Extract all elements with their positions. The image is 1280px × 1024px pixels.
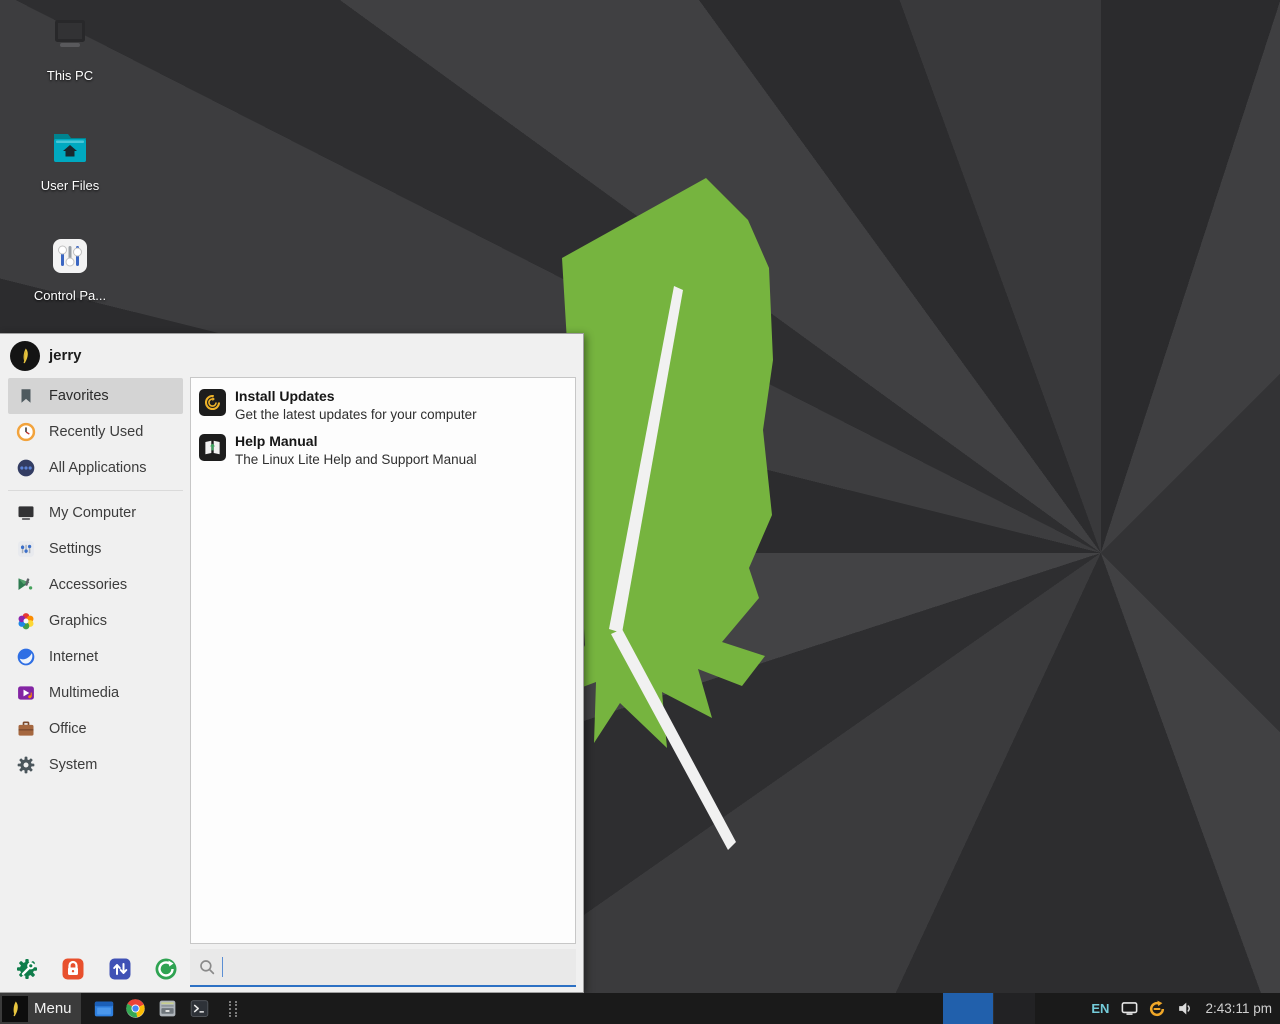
sidebar-separator [8,490,183,491]
workspace-1-active[interactable] [943,993,993,1024]
category-label: System [49,757,97,773]
bookmark-icon [15,385,37,407]
menu-item-subtitle: The Linux Lite Help and Support Manual [235,451,477,469]
volume-icon[interactable] [1175,999,1195,1019]
sidebar-item-label: All Applications [49,460,147,476]
switch-user-icon [108,957,132,981]
switch-user-button[interactable] [107,956,133,982]
window-list-handle[interactable] [229,1001,237,1017]
chrome-icon[interactable] [125,998,147,1020]
quit-button[interactable] [153,956,179,982]
clock[interactable]: 2:43:11 pm [1205,1001,1272,1016]
settings-manager-button[interactable] [14,956,40,982]
sidebar-item-my-computer[interactable]: My Computer [8,495,183,531]
help-book-icon [199,434,226,461]
sidebar-item-system[interactable]: System [8,747,183,783]
color-wheel-icon [15,610,37,632]
desktop-icon-this-pc[interactable]: This PC [10,12,130,108]
keyboard-layout-indicator[interactable]: EN [1091,1001,1109,1016]
category-label: Internet [49,649,98,665]
gear-icon [15,754,37,776]
menu-item-title: Help Manual [235,432,477,451]
lock-screen-button[interactable] [60,956,86,982]
desktop-icon-label: User Files [41,178,100,193]
application-menu: jerry Favorites Recently Used [0,333,584,993]
menu-item-title: Install Updates [235,387,477,406]
system-tray [1119,999,1195,1019]
sidebar-item-office[interactable]: Office [8,711,183,747]
user-avatar[interactable] [10,341,40,371]
sliders-icon [15,538,37,560]
sidebar-item-accessories[interactable]: Accessories [8,567,183,603]
category-label: Settings [49,541,101,557]
desktop-icon-control-panel[interactable]: Control Pa... [10,232,130,328]
lock-icon [61,957,85,981]
category-label: My Computer [49,505,136,521]
desktop-icon-list: This PC User Files Control Pa... [10,12,130,342]
sidebar-item-label: Favorites [49,388,109,404]
terminal-icon[interactable] [189,998,211,1020]
sidebar-item-graphics[interactable]: Graphics [8,603,183,639]
updates-icon [199,389,226,416]
linux-lite-feather-icon [16,347,34,365]
computer-icon [46,12,94,60]
settings-manager-icon [15,957,39,981]
search-input[interactable] [223,959,568,975]
taskbar-right: EN 2:43:11 pm [943,993,1280,1024]
globe-icon [15,646,37,668]
home-folder-icon [46,122,94,170]
linux-lite-feather-icon [2,996,28,1022]
menu-item-help-manual[interactable]: Help Manual The Linux Lite Help and Supp… [197,428,569,473]
category-label: Multimedia [49,685,119,701]
sidebar-item-all-applications[interactable]: All Applications [8,450,183,486]
file-manager-icon[interactable] [93,998,115,1020]
menu-header: jerry [0,334,583,377]
category-label: Accessories [49,577,127,593]
briefcase-icon [15,718,37,740]
menu-item-subtitle: Get the latest updates for your computer [235,406,477,424]
desktop-icon-user-files[interactable]: User Files [10,122,130,218]
sidebar-item-internet[interactable]: Internet [8,639,183,675]
category-label: Graphics [49,613,107,629]
workspace-pager [943,993,1035,1024]
desktop-icon-label: This PC [47,68,93,83]
sidebar-item-settings[interactable]: Settings [8,531,183,567]
sidebar-item-favorites[interactable]: Favorites [8,378,183,414]
sidebar-item-label: Recently Used [49,424,143,440]
menu-item-list: Install Updates Get the latest updates f… [190,377,576,944]
control-panel-icon [46,232,94,280]
taskbar-launchers [93,998,237,1020]
clock-icon [15,421,37,443]
username-label: jerry [49,347,82,364]
sidebar-item-recently-used[interactable]: Recently Used [8,414,183,450]
apps-grid-icon [15,457,37,479]
sidebar-item-multimedia[interactable]: Multimedia [8,675,183,711]
taskbar: Menu [0,993,1280,1024]
media-play-icon [15,682,37,704]
menu-sidebar: Favorites Recently Used All [8,378,183,783]
workspace-2[interactable] [993,993,1035,1024]
archive-manager-icon[interactable] [157,998,179,1020]
quit-restart-icon [154,957,178,981]
utilities-icon [15,574,37,596]
menu-search [190,949,576,987]
search-icon [198,958,216,976]
menu-action-buttons [14,956,179,982]
category-label: Office [49,721,87,737]
display-icon[interactable] [1119,999,1139,1019]
desktop-icon-label: Control Pa... [34,288,106,303]
monitor-icon [15,502,37,524]
menu-button[interactable]: Menu [0,993,81,1024]
update-notifier-icon[interactable] [1147,999,1167,1019]
menu-button-label: Menu [34,1000,72,1017]
menu-item-install-updates[interactable]: Install Updates Get the latest updates f… [197,383,569,428]
